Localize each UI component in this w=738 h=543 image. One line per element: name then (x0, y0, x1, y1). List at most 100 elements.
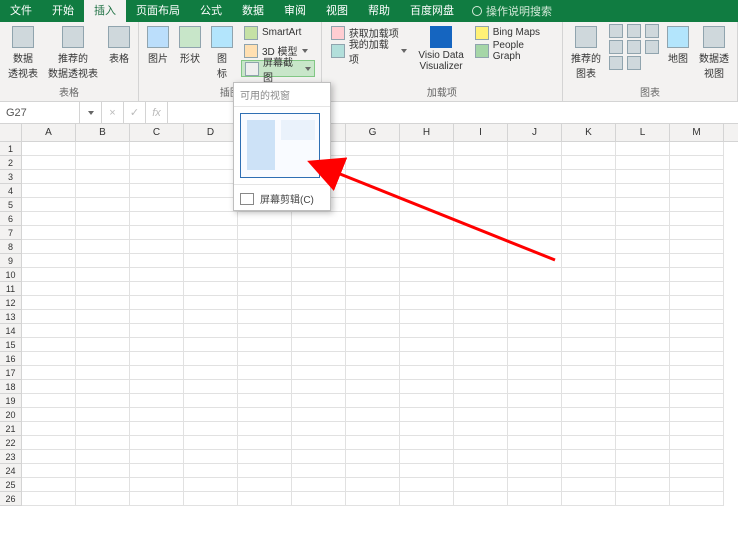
cell[interactable] (400, 142, 454, 156)
recommended-charts-button[interactable]: 推荐的 图表 (569, 24, 603, 82)
enter-formula-button[interactable]: ✓ (124, 102, 146, 123)
cell[interactable] (76, 296, 130, 310)
cell[interactable] (508, 324, 562, 338)
row-header[interactable]: 5 (0, 198, 22, 212)
cell[interactable] (76, 408, 130, 422)
cell[interactable] (76, 142, 130, 156)
cell[interactable] (670, 478, 724, 492)
cell[interactable] (454, 478, 508, 492)
cell[interactable] (670, 142, 724, 156)
cell[interactable] (346, 478, 400, 492)
cell[interactable] (238, 478, 292, 492)
cell[interactable] (616, 492, 670, 506)
my-addins-button[interactable]: 我的加载项 (328, 42, 411, 59)
cell[interactable] (670, 352, 724, 366)
cell[interactable] (454, 366, 508, 380)
row-header[interactable]: 13 (0, 310, 22, 324)
cell[interactable] (508, 408, 562, 422)
cell[interactable] (400, 296, 454, 310)
chart-type-icon[interactable] (609, 40, 623, 54)
cell[interactable] (292, 436, 346, 450)
cell[interactable] (508, 254, 562, 268)
tab-layout[interactable]: 页面布局 (126, 0, 190, 22)
cell[interactable] (346, 226, 400, 240)
cell[interactable] (454, 198, 508, 212)
cell[interactable] (616, 436, 670, 450)
column-header[interactable]: L (616, 124, 670, 141)
cell[interactable] (130, 142, 184, 156)
cell[interactable] (22, 436, 76, 450)
cell[interactable] (22, 324, 76, 338)
cell[interactable] (238, 282, 292, 296)
cell[interactable] (22, 422, 76, 436)
cell[interactable] (508, 478, 562, 492)
cell[interactable] (184, 324, 238, 338)
cell[interactable] (184, 310, 238, 324)
cell[interactable] (292, 324, 346, 338)
cell[interactable] (184, 282, 238, 296)
people-graph-button[interactable]: People Graph (472, 42, 556, 59)
row-header[interactable]: 10 (0, 268, 22, 282)
cell[interactable] (400, 198, 454, 212)
cell[interactable] (616, 380, 670, 394)
cell[interactable] (562, 380, 616, 394)
cell[interactable] (562, 254, 616, 268)
cell[interactable] (400, 478, 454, 492)
cell[interactable] (562, 212, 616, 226)
cell[interactable] (22, 380, 76, 394)
cell[interactable] (130, 478, 184, 492)
cell[interactable] (400, 422, 454, 436)
cell[interactable] (184, 464, 238, 478)
cell[interactable] (238, 366, 292, 380)
cell[interactable] (22, 226, 76, 240)
shapes-button[interactable]: 形状 (177, 24, 203, 67)
cell[interactable] (616, 408, 670, 422)
cell[interactable] (562, 436, 616, 450)
cell[interactable] (454, 408, 508, 422)
cell[interactable] (454, 142, 508, 156)
column-header[interactable]: D (184, 124, 238, 141)
cell[interactable] (238, 352, 292, 366)
cell[interactable] (76, 324, 130, 338)
cell[interactable] (130, 184, 184, 198)
row-header[interactable]: 2 (0, 156, 22, 170)
cell[interactable] (184, 142, 238, 156)
cell[interactable] (130, 394, 184, 408)
row-header[interactable]: 8 (0, 240, 22, 254)
cell[interactable] (292, 464, 346, 478)
cell[interactable] (238, 240, 292, 254)
cell[interactable] (346, 422, 400, 436)
cell[interactable] (130, 226, 184, 240)
cell[interactable] (508, 450, 562, 464)
cell[interactable] (562, 156, 616, 170)
row-header[interactable]: 18 (0, 380, 22, 394)
cell[interactable] (130, 324, 184, 338)
cell[interactable] (292, 268, 346, 282)
cell[interactable] (562, 464, 616, 478)
cell[interactable] (184, 254, 238, 268)
cell[interactable] (130, 212, 184, 226)
cell[interactable] (454, 422, 508, 436)
cell[interactable] (670, 254, 724, 268)
cell[interactable] (292, 366, 346, 380)
cell[interactable] (508, 226, 562, 240)
chart-type-icon[interactable] (627, 24, 641, 38)
row-header[interactable]: 26 (0, 492, 22, 506)
column-header[interactable]: A (22, 124, 76, 141)
cell[interactable] (508, 352, 562, 366)
cell[interactable] (400, 282, 454, 296)
cell[interactable] (184, 366, 238, 380)
icons-button[interactable]: 图 标 (209, 24, 235, 82)
cell[interactable] (22, 394, 76, 408)
cell[interactable] (508, 436, 562, 450)
select-all-corner[interactable] (0, 124, 22, 141)
cell[interactable] (454, 296, 508, 310)
cell[interactable] (238, 380, 292, 394)
cell[interactable] (292, 212, 346, 226)
cell[interactable] (508, 198, 562, 212)
cell[interactable] (346, 310, 400, 324)
tab-home[interactable]: 开始 (42, 0, 84, 22)
pictures-button[interactable]: 图片 (145, 24, 171, 67)
cell[interactable] (562, 450, 616, 464)
cell[interactable] (346, 212, 400, 226)
